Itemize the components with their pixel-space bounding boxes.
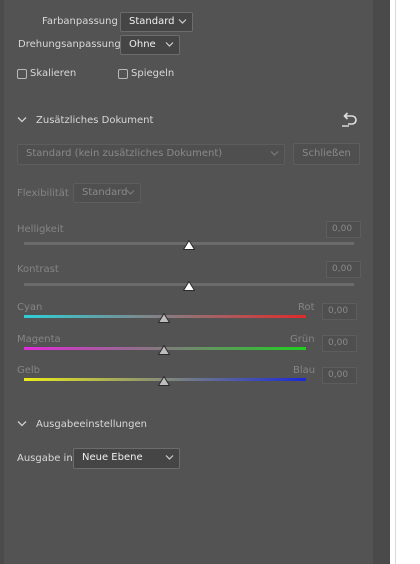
chevron-down-icon [165, 455, 174, 460]
close-document-button[interactable]: Schließen [293, 143, 360, 165]
farbanpassung-select[interactable]: Standard [120, 12, 193, 32]
helligkeit-slider-thumb[interactable] [183, 240, 195, 250]
skalieren-label: Skalieren [30, 68, 77, 79]
gelb-blau-slider-thumb[interactable] [158, 376, 170, 386]
gelb-blau-value-field[interactable]: 0,00 [322, 367, 357, 384]
kontrast-value-field[interactable]: 0,00 [326, 261, 361, 278]
helligkeit-value-field[interactable]: 0,00 [326, 221, 361, 238]
section-collapse-chevron-icon[interactable] [17, 116, 27, 123]
skalieren-checkbox[interactable] [17, 69, 27, 79]
kontrast-slider-thumb[interactable] [183, 281, 195, 291]
spiegeln-checkbox[interactable] [118, 69, 128, 79]
chevron-down-icon [178, 19, 187, 24]
cyan-label: Cyan [17, 302, 43, 313]
canvas-divider [395, 0, 396, 564]
cyan-rot-slider-thumb[interactable] [158, 313, 170, 323]
chevron-down-icon [165, 42, 174, 47]
zusatz-section-title: Zusätzliches Dokument [36, 115, 154, 126]
ausgabe-value: Neue Ebene [82, 452, 143, 463]
blau-label: Blau [293, 365, 316, 376]
ausgabe-section-title: Ausgabeeinstellungen [36, 419, 147, 430]
magenta-gruen-slider-thumb[interactable] [158, 345, 170, 355]
drehungsanpassung-value: Ohne [129, 39, 156, 50]
helligkeit-label: Helligkeit [17, 224, 64, 235]
drehungsanpassung-label: Drehungsanpassung [18, 39, 121, 50]
chevron-down-icon [126, 190, 135, 195]
zusatz-document-select[interactable]: Standard (kein zusätzliches Dokument) [17, 144, 285, 165]
kontrast-label: Kontrast [17, 264, 59, 275]
ausgabe-select[interactable]: Neue Ebene [73, 448, 180, 469]
magenta-label: Magenta [17, 334, 61, 345]
panel-scrollbar[interactable] [373, 0, 390, 564]
panel-left-edge [0, 0, 4, 564]
flexibility-select[interactable]: Standard [73, 183, 141, 203]
gruen-label: Grün [290, 334, 315, 345]
chevron-down-icon [270, 151, 279, 156]
drehungsanpassung-select[interactable]: Ohne [120, 35, 180, 55]
magenta-gruen-value-field[interactable]: 0,00 [322, 335, 357, 352]
flexibility-value: Standard [82, 187, 128, 198]
spiegeln-label: Spiegeln [131, 68, 175, 79]
farbanpassung-label: Farbanpassung [42, 16, 118, 27]
cyan-rot-value-field[interactable]: 0,00 [322, 303, 357, 320]
farbanpassung-value: Standard [129, 16, 175, 27]
zusatz-document-value: Standard (kein zusätzliches Dokument) [26, 148, 223, 159]
section-collapse-chevron-icon[interactable] [17, 420, 27, 427]
gelb-label: Gelb [17, 365, 41, 376]
reset-arrow-icon[interactable] [340, 112, 358, 128]
flexibility-label: Flexibilität [17, 188, 69, 199]
rot-label: Rot [298, 302, 315, 313]
ausgabe-label: Ausgabe in [17, 453, 73, 464]
